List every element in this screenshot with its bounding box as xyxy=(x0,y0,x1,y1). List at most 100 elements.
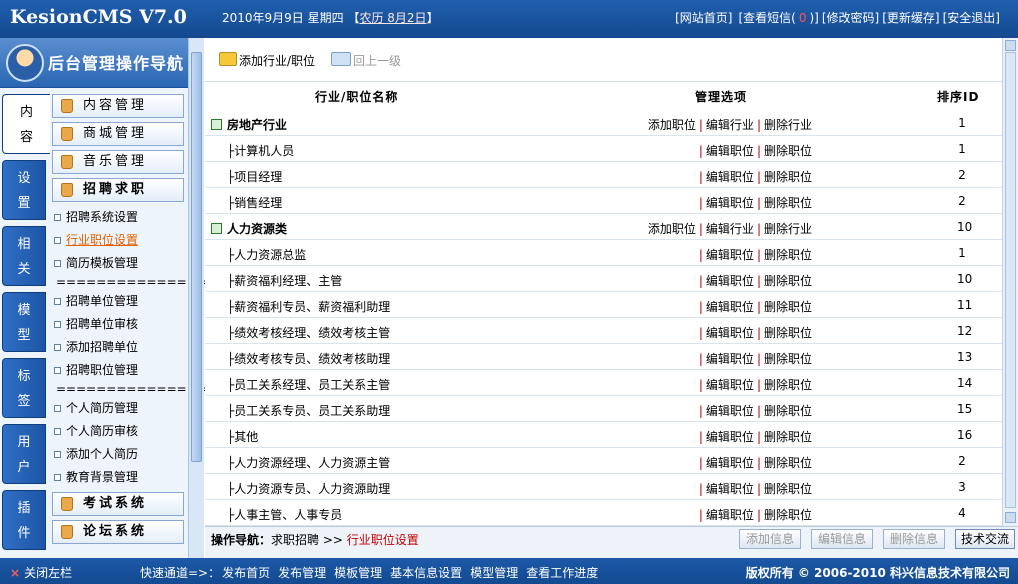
scroll-up-arrow[interactable] xyxy=(1005,40,1016,51)
tab-plugins[interactable]: 插件 xyxy=(2,490,46,550)
tab-settings[interactable]: 设置 xyxy=(2,160,46,220)
view-messages-link[interactable]: [查看短信(0)] xyxy=(735,11,818,25)
row-action-link[interactable]: 编辑职位 xyxy=(706,456,754,470)
close-sidebar-button[interactable]: × 关闭左栏 xyxy=(10,564,72,581)
sub-employer-review[interactable]: 招聘单位审核 xyxy=(54,315,138,332)
site-home-link[interactable]: [网站首页] xyxy=(675,11,732,25)
view-messages-text: [查看短信( xyxy=(738,11,796,25)
sort-id: 2 xyxy=(958,168,966,182)
main-scroll-thumb[interactable] xyxy=(1005,52,1016,508)
menu-exam-system[interactable]: 考试系统 xyxy=(52,492,184,516)
tab-content[interactable]: 内容 xyxy=(2,94,50,154)
row-action-link[interactable]: 编辑职位 xyxy=(706,508,754,522)
row-action-link[interactable]: 删除职位 xyxy=(764,352,812,366)
action-separator: | xyxy=(698,508,703,522)
refresh-cache-link[interactable]: [更新缓存] xyxy=(882,11,939,25)
logout-link[interactable]: [安全退出] xyxy=(943,11,1000,25)
row-action-link[interactable]: 删除职位 xyxy=(764,378,812,392)
row-action-link[interactable]: 编辑职位 xyxy=(706,404,754,418)
back-up-button[interactable]: 回上一级 xyxy=(331,52,401,69)
lunar-date-link[interactable]: 农历 8月2日 xyxy=(359,11,426,25)
row-action-link[interactable]: 删除职位 xyxy=(764,430,812,444)
sidebar-scroll-thumb[interactable] xyxy=(191,52,202,462)
row-action-link[interactable]: 删除职位 xyxy=(764,248,812,262)
position-name: ├薪资福利专员、薪资福利助理 xyxy=(227,300,391,314)
quick-basic-settings[interactable]: 基本信息设置 xyxy=(390,566,462,580)
sub-employer-management[interactable]: 招聘单位管理 xyxy=(54,292,138,309)
quick-work-progress[interactable]: 查看工作进度 xyxy=(526,566,598,580)
sub-education-management[interactable]: 教育背景管理 xyxy=(54,468,138,485)
row-action-link[interactable]: 删除职位 xyxy=(764,404,812,418)
row-action-link[interactable]: 编辑职位 xyxy=(706,326,754,340)
menu-forum-system[interactable]: 论坛系统 xyxy=(52,520,184,544)
menu-label: 论坛系统 xyxy=(83,524,148,539)
row-action-link[interactable]: 编辑职位 xyxy=(706,196,754,210)
quick-template-manage[interactable]: 模板管理 xyxy=(334,566,382,580)
menu-recruitment[interactable]: 招聘求职 xyxy=(52,178,184,202)
row-action-link[interactable]: 编辑行业 xyxy=(706,222,754,236)
breadcrumb-parent[interactable]: 求职招聘 xyxy=(271,533,319,547)
row-action-link[interactable]: 添加职位 xyxy=(648,118,696,132)
sort-id: 16 xyxy=(957,428,973,442)
action-separator: | xyxy=(698,352,703,366)
sub-add-resume[interactable]: 添加个人简历 xyxy=(54,445,138,462)
sub-resume-management[interactable]: 个人简历管理 xyxy=(54,399,138,416)
row-action-link[interactable]: 编辑职位 xyxy=(706,430,754,444)
edit-info-button[interactable]: 编辑信息 xyxy=(811,529,873,549)
row-action-link[interactable]: 删除职位 xyxy=(764,482,812,496)
close-icon: × xyxy=(10,566,21,580)
sort-id: 12 xyxy=(957,324,973,338)
change-password-link[interactable]: [修改密码] xyxy=(822,11,879,25)
menu-label: 音乐管理 xyxy=(83,154,148,169)
row-action-link[interactable]: 编辑职位 xyxy=(706,170,754,184)
menu-music-management[interactable]: 音乐管理 xyxy=(52,150,184,174)
sub-add-employer[interactable]: 添加招聘单位 xyxy=(54,338,138,355)
row-action-link[interactable]: 删除行业 xyxy=(764,118,812,132)
add-industry-button[interactable]: 添加行业/职位 xyxy=(219,52,315,69)
add-info-button[interactable]: 添加信息 xyxy=(739,529,801,549)
sub-industry-positions[interactable]: 行业职位设置 xyxy=(54,231,138,248)
quick-publish-manage[interactable]: 发布管理 xyxy=(278,566,326,580)
main-scrollbar[interactable] xyxy=(1002,38,1018,526)
action-separator: | xyxy=(756,326,761,340)
row-action-link[interactable]: 编辑职位 xyxy=(706,300,754,314)
tab-labels[interactable]: 标签 xyxy=(2,358,46,418)
scroll-down-arrow[interactable] xyxy=(1005,512,1016,523)
tab-model[interactable]: 模型 xyxy=(2,292,46,352)
row-action-link[interactable]: 编辑行业 xyxy=(706,118,754,132)
row-action-link[interactable]: 添加职位 xyxy=(648,222,696,236)
row-action-link[interactable]: 编辑职位 xyxy=(706,378,754,392)
sort-id: 4 xyxy=(958,506,966,520)
quick-model-manage[interactable]: 模型管理 xyxy=(470,566,518,580)
row-action-link[interactable]: 删除职位 xyxy=(764,144,812,158)
table-row: ├人力资源经理、人力资源主管 | 编辑职位 | 删除职位 2 xyxy=(205,448,1002,474)
row-actions: | 编辑职位 | 删除职位 xyxy=(696,246,812,263)
row-action-link[interactable]: 删除职位 xyxy=(764,300,812,314)
row-action-link[interactable]: 删除行业 xyxy=(764,222,812,236)
row-action-link[interactable]: 删除职位 xyxy=(764,326,812,340)
row-action-link[interactable]: 编辑职位 xyxy=(706,352,754,366)
position-name: ├其他 xyxy=(227,430,259,444)
sub-recruit-settings[interactable]: 招聘系统设置 xyxy=(54,208,138,225)
tab-related[interactable]: 相关 xyxy=(2,226,46,286)
tech-support-button[interactable]: 技术交流 xyxy=(955,529,1015,549)
row-action-link[interactable]: 删除职位 xyxy=(764,508,812,522)
row-action-link[interactable]: 删除职位 xyxy=(764,274,812,288)
sidebar-scrollbar[interactable] xyxy=(188,38,204,558)
menu-shop-management[interactable]: 商城管理 xyxy=(52,122,184,146)
sub-resume-templates[interactable]: 简历模板管理 xyxy=(54,254,138,271)
row-action-link[interactable]: 删除职位 xyxy=(764,456,812,470)
row-action-link[interactable]: 删除职位 xyxy=(764,196,812,210)
tab-users[interactable]: 用户 xyxy=(2,424,46,484)
row-action-link[interactable]: 编辑职位 xyxy=(706,144,754,158)
delete-info-button[interactable]: 删除信息 xyxy=(883,529,945,549)
row-action-link[interactable]: 编辑职位 xyxy=(706,274,754,288)
row-action-link[interactable]: 编辑职位 xyxy=(706,482,754,496)
sub-resume-review[interactable]: 个人简历审核 xyxy=(54,422,138,439)
row-action-link[interactable]: 删除职位 xyxy=(764,170,812,184)
sub-job-management[interactable]: 招聘职位管理 xyxy=(54,361,138,378)
menu-content-management[interactable]: 内容管理 xyxy=(52,94,184,118)
quick-publish-home[interactable]: 发布首页 xyxy=(222,566,270,580)
row-action-link[interactable]: 编辑职位 xyxy=(706,248,754,262)
breadcrumb-arrow: >> xyxy=(322,533,343,547)
